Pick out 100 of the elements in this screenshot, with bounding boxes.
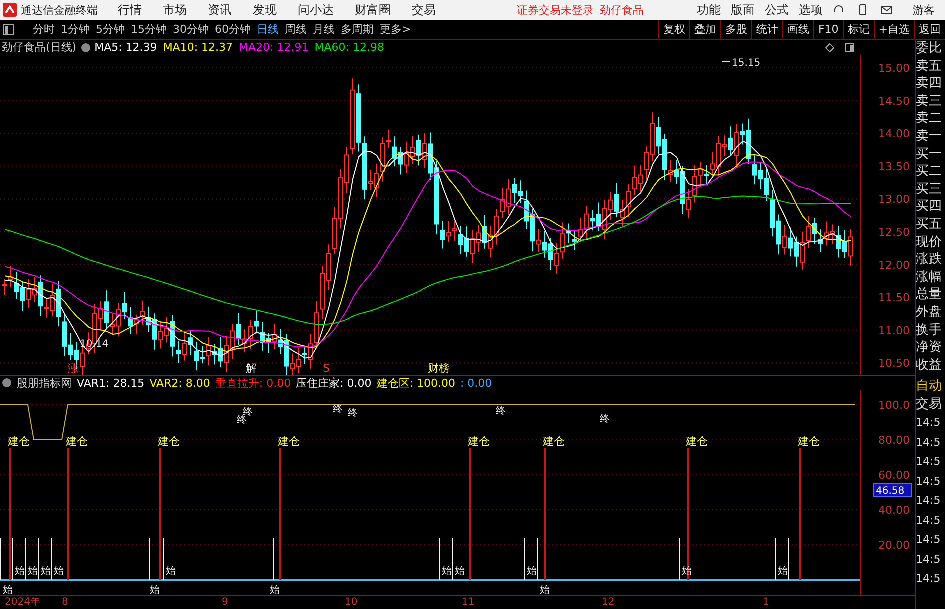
menu-item[interactable]: 功能	[697, 2, 721, 18]
menu-item[interactable]: 版面	[731, 2, 755, 18]
price-tick-label: 14.50	[878, 94, 910, 108]
quote-field-label: 买一	[916, 146, 943, 164]
build-signal-label: 建仓	[158, 435, 180, 448]
build-signal-label: 建仓	[468, 435, 490, 448]
start-signal-label: 始	[540, 585, 550, 595]
menu-item[interactable]: 选项	[799, 2, 823, 18]
end-signal-label: 终	[237, 415, 247, 426]
build-signal-label: 建仓	[686, 435, 708, 448]
toolbar-button[interactable]: 多股	[720, 20, 752, 39]
trade-tab[interactable]: 交易	[916, 396, 945, 414]
indicator-tick-label: 80.00	[878, 434, 910, 447]
quote-field-label: 买五	[916, 216, 943, 234]
app-title: 通达信金融终端	[21, 2, 98, 18]
period-tab[interactable]: 1分钟	[61, 22, 90, 37]
settings-icon[interactable]	[80, 42, 91, 52]
mail-icon[interactable]	[881, 4, 893, 16]
login-notice[interactable]: 证券交易未登录	[517, 2, 594, 18]
trade-time: 14:5	[916, 552, 942, 568]
price-tick-label: 12.00	[878, 258, 910, 272]
period-tab[interactable]: 分时	[33, 22, 55, 37]
quote-field-label: 卖三	[916, 92, 943, 110]
start-signal-label: 始	[778, 566, 788, 577]
trade-time: 14:5	[916, 571, 942, 588]
toolbar-button[interactable]: +自选	[874, 20, 914, 39]
event-marker[interactable]: 涨	[68, 362, 79, 375]
quote-field-label: 收益	[916, 356, 943, 374]
date-axis-label: 1	[763, 596, 770, 609]
menu-item[interactable]: 交易	[412, 2, 436, 18]
price-tick-label: 13.00	[878, 193, 910, 206]
event-marker[interactable]: 财榜	[428, 362, 450, 375]
menu-item[interactable]: 公式	[765, 2, 789, 18]
window-icon[interactable]	[845, 42, 855, 52]
trade-time: 14:5	[916, 474, 942, 490]
period-tab[interactable]: 15分钟	[131, 22, 167, 37]
start-signal-label: 始	[150, 585, 160, 595]
period-tab[interactable]: 日线	[257, 22, 279, 37]
toolbar-button[interactable]: F10	[813, 20, 843, 39]
ma-value: MA20: 12.91	[239, 41, 309, 54]
period-tab[interactable]: 更多>	[380, 22, 412, 37]
ma-value: MA5: 12.39	[94, 41, 158, 54]
settings-icon[interactable]	[2, 378, 12, 388]
trade-time: 14:5	[916, 454, 942, 470]
period-tab[interactable]: 月线	[313, 22, 335, 37]
trade-time: 14:5	[916, 512, 942, 529]
current-value-badge: 46.58	[874, 484, 912, 498]
price-tick-label: 14.00	[878, 128, 910, 141]
user-label[interactable]: 游客	[913, 2, 935, 18]
menu-item[interactable]: 财富圈	[355, 2, 391, 18]
quote-field-label: 换手	[916, 322, 943, 340]
quote-field-label: 委比	[916, 40, 943, 58]
quote-field-label: 卖五	[916, 58, 943, 76]
price-tick-label: 11.00	[878, 324, 910, 338]
start-signal-label: 始	[442, 566, 452, 577]
toolbar-button[interactable]: 返回	[914, 20, 945, 39]
menu-item[interactable]: 资讯	[208, 2, 232, 18]
date-axis-label: 10	[345, 596, 358, 609]
panel-toggle-icon[interactable]	[3, 24, 15, 36]
start-signal-label: 始	[15, 566, 25, 577]
end-signal-label: 终	[348, 408, 358, 419]
toolbar-button[interactable]: 叠加	[689, 20, 720, 39]
toolbar-button[interactable]: 标记	[842, 20, 874, 39]
toolbar-button[interactable]: 画线	[782, 20, 814, 39]
price-tick-label: 12.50	[878, 226, 910, 239]
period-tab[interactable]: 60分钟	[215, 22, 251, 37]
quote-field-label: 涨跌	[916, 251, 943, 269]
period-tab[interactable]: 多周期	[341, 22, 374, 37]
indicator-tick-label: 40.00	[878, 504, 910, 517]
menu-item[interactable]: 问小达	[298, 2, 334, 18]
quote-field-label: 净资	[916, 339, 943, 357]
indicator-value: : 0.00	[460, 376, 492, 390]
quote-field-label: 卖四	[916, 75, 943, 93]
ma-value: MA10: 12.37	[163, 41, 234, 54]
diamond-icon[interactable]	[825, 42, 835, 52]
toolbar-button[interactable]: 统计	[751, 20, 782, 39]
period-tab[interactable]: 5分钟	[96, 22, 125, 37]
indicator-value: 建仓区: 100.00	[376, 376, 456, 390]
period-tab[interactable]: 周线	[285, 22, 307, 37]
date-axis-label: 11	[462, 596, 475, 609]
event-marker[interactable]: S	[323, 362, 330, 375]
period-tab[interactable]: 30分钟	[173, 22, 209, 37]
start-signal-label: 始	[3, 585, 13, 595]
trade-tab[interactable]: 自动	[916, 378, 945, 396]
phone-icon[interactable]	[857, 4, 869, 16]
indicator-tick-label: 60.00	[878, 469, 910, 482]
build-signal-label: 建仓	[8, 435, 30, 448]
menu-item[interactable]: 发现	[253, 2, 277, 18]
toolbar-button[interactable]: 复权	[658, 20, 690, 39]
event-marker[interactable]: 解	[246, 362, 257, 375]
menu-item[interactable]: 市场	[163, 2, 187, 18]
trade-time: 14:5	[916, 415, 942, 432]
high-price-label: 15.15	[732, 58, 761, 69]
price-tick-label: 15.00	[878, 62, 910, 75]
end-signal-label: 终	[600, 414, 610, 425]
start-signal-label: 始	[28, 566, 38, 577]
start-signal-label: 始	[54, 566, 64, 577]
indicator-value: 压住庄家: 0.00	[296, 376, 372, 390]
menu-item[interactable]: 行情	[118, 2, 142, 18]
quote-field-label: 涨幅	[916, 268, 943, 286]
